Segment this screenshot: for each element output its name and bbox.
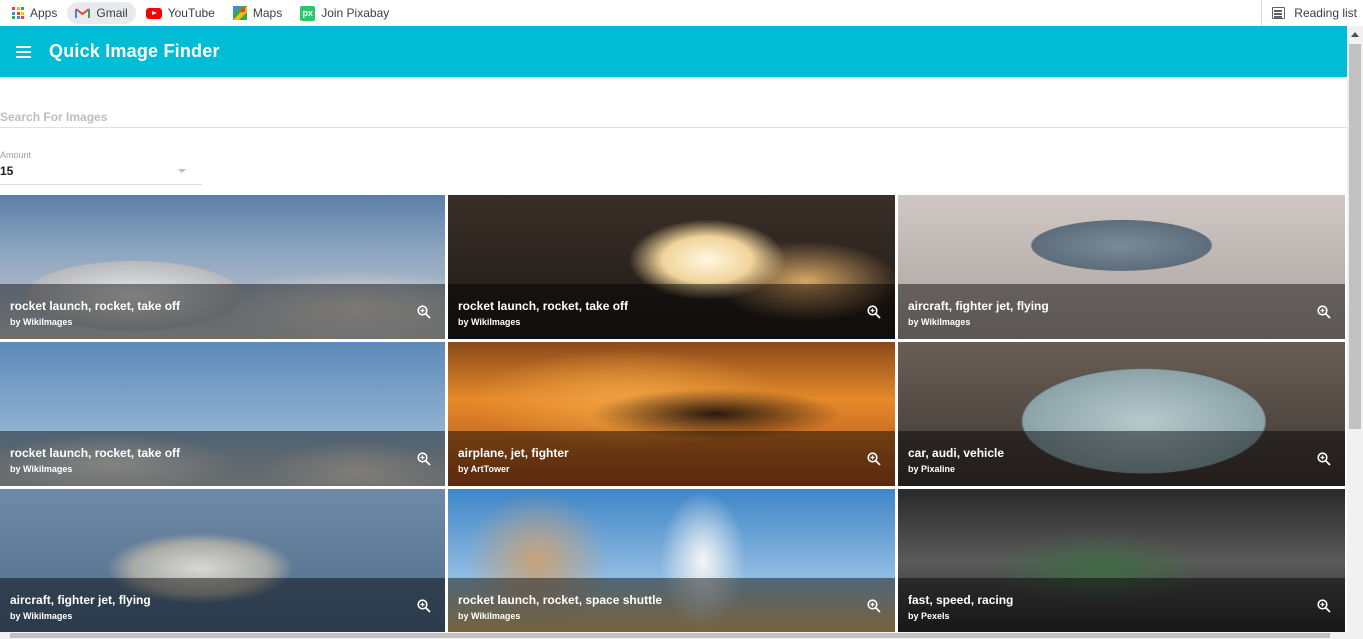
- amount-label: Amount: [0, 150, 32, 160]
- image-tile[interactable]: aircraft, fighter jet, flying by WikiIma…: [0, 489, 445, 633]
- zoom-in-icon[interactable]: [417, 452, 431, 466]
- zoom-in-icon[interactable]: [867, 305, 881, 319]
- bookmark-gmail[interactable]: Gmail: [67, 2, 136, 24]
- image-tile[interactable]: rocket launch, rocket, take off by WikiI…: [0, 342, 445, 486]
- bookmark-label: Apps: [30, 6, 58, 20]
- tile-author: by Pexels: [908, 611, 950, 621]
- gmail-icon: [75, 7, 91, 19]
- tile-tags: airplane, jet, fighter: [458, 446, 569, 460]
- image-tile[interactable]: car, audi, vehicle by Pixaline: [898, 342, 1345, 486]
- tile-tags: rocket launch, rocket, take off: [10, 446, 181, 460]
- image-tile[interactable]: rocket launch, rocket, space shuttle by …: [448, 489, 895, 633]
- tile-tags: aircraft, fighter jet, flying: [10, 593, 151, 607]
- tile-tags: car, audi, vehicle: [908, 446, 1005, 460]
- bookmark-label: YouTube: [167, 6, 215, 20]
- bookmark-label: Gmail: [96, 6, 128, 20]
- vertical-scrollbar[interactable]: [1347, 26, 1363, 639]
- dropdown-arrow-icon[interactable]: [178, 169, 186, 173]
- search-input[interactable]: [0, 110, 1340, 124]
- tile-tags: aircraft, fighter jet, flying: [908, 299, 1049, 313]
- bookmark-join-pixabay[interactable]: px Join Pixabay: [292, 2, 397, 24]
- tile-tags: rocket launch, rocket, space shuttle: [458, 593, 663, 607]
- tile-author: by ArtTower: [458, 464, 510, 474]
- tile-tags: rocket launch, rocket, take off: [10, 299, 181, 313]
- zoom-in-icon[interactable]: [867, 452, 881, 466]
- image-tile[interactable]: rocket launch, rocket, take off by WikiI…: [0, 195, 445, 339]
- zoom-in-icon[interactable]: [1317, 452, 1331, 466]
- maps-icon: [232, 6, 247, 20]
- search-field: [0, 77, 1347, 128]
- image-grid: rocket launch, rocket, take off by WikiI…: [0, 195, 1347, 633]
- image-tile[interactable]: fast, speed, racing by Pexels: [898, 489, 1345, 633]
- tile-author: by WikiImages: [10, 611, 73, 621]
- zoom-in-icon[interactable]: [867, 599, 881, 613]
- tile-author: by WikiImages: [908, 317, 971, 327]
- zoom-in-icon[interactable]: [1317, 305, 1331, 319]
- youtube-icon: [145, 7, 162, 19]
- tile-author: by Pixaline: [908, 464, 956, 474]
- tile-author: by WikiImages: [458, 317, 521, 327]
- zoom-in-icon[interactable]: [1317, 599, 1331, 613]
- tile-author: by WikiImages: [458, 611, 521, 621]
- scrollbar-thumb[interactable]: [1349, 44, 1361, 429]
- tile-tags: rocket launch, rocket, take off: [458, 299, 629, 313]
- bookmark-label: Join Pixabay: [321, 6, 390, 20]
- pixabay-icon: px: [300, 5, 316, 21]
- image-tile[interactable]: rocket launch, rocket, take off by WikiI…: [448, 195, 895, 339]
- zoom-in-icon[interactable]: [417, 599, 431, 613]
- app-title: Quick Image Finder: [49, 41, 220, 61]
- app-bar: Quick Image Finder: [0, 26, 1347, 77]
- horizontal-scrollbar[interactable]: [0, 632, 1347, 639]
- app-root: Quick Image Finder Amount 15 rocket laun…: [0, 26, 1347, 639]
- image-tile[interactable]: aircraft, fighter jet, flying by WikiIma…: [898, 195, 1345, 339]
- reading-list-label: Reading list: [1294, 6, 1357, 20]
- bookmark-youtube[interactable]: YouTube: [138, 2, 223, 24]
- amount-select[interactable]: Amount 15: [0, 150, 202, 185]
- horizontal-scrollbar-thumb[interactable]: [10, 633, 1330, 638]
- bookmark-apps[interactable]: Apps: [4, 2, 65, 24]
- bookmarks-bar: Apps Gmail YouTube Maps px Join Pixabay …: [0, 0, 1363, 26]
- apps-grid-icon: [12, 7, 24, 19]
- bookmark-label: Maps: [252, 6, 283, 20]
- image-tile[interactable]: airplane, jet, fighter by ArtTower: [448, 342, 895, 486]
- bookmark-maps[interactable]: Maps: [225, 2, 290, 24]
- reading-list-button[interactable]: Reading list: [1261, 0, 1357, 26]
- amount-value[interactable]: 15: [0, 164, 13, 178]
- tile-tags: fast, speed, racing: [908, 593, 1014, 607]
- zoom-in-icon[interactable]: [417, 305, 431, 319]
- reading-list-icon: [1272, 7, 1286, 19]
- hamburger-menu-icon[interactable]: [16, 45, 32, 58]
- scroll-up-arrow-icon[interactable]: [1351, 32, 1359, 37]
- tile-author: by WikiImages: [10, 464, 73, 474]
- tile-author: by WikiImages: [10, 317, 73, 327]
